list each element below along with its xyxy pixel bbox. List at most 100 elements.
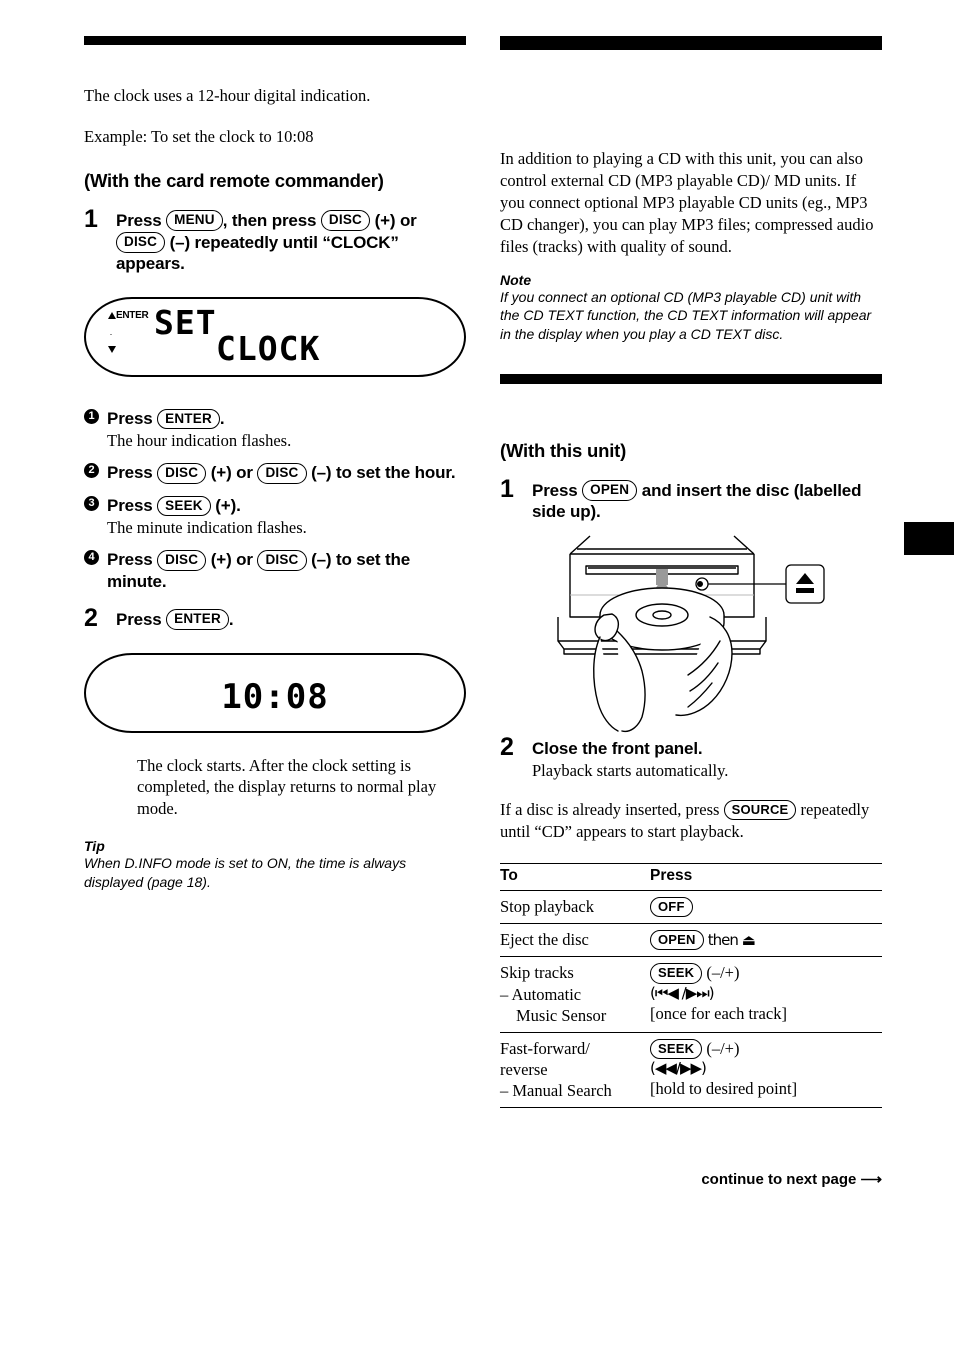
row-0-to: Stop playback xyxy=(500,890,650,925)
note-body: If you connect an optional CD (MP3 playa… xyxy=(500,288,872,342)
substep-4-number: 4 xyxy=(84,550,99,566)
enter-indicator-label: ENTER xyxy=(116,310,149,322)
clock-result-text: The clock starts. After the clock settin… xyxy=(137,755,437,819)
substep-3-note: The minute indication flashes. xyxy=(107,517,307,537)
unit-step-2-number: 2 xyxy=(500,733,514,762)
key-open-table[interactable]: OPEN xyxy=(650,930,704,951)
lcd-indicator-group: ENTER · xyxy=(108,310,154,362)
note-block: Note If you connect an optional CD (MP3 … xyxy=(500,272,882,344)
row-2-to-line-2: Music Sensor xyxy=(516,1005,607,1025)
substep-1-part1: Press xyxy=(107,409,153,429)
table-header-row: To Press xyxy=(500,863,882,892)
substep-2-part3: (–) to set the hour. xyxy=(311,463,456,483)
lcd-line-2: CLOCK xyxy=(216,329,321,369)
row-2-to: Skip tracks – Automatic Music Sensor xyxy=(500,956,650,1033)
row-0-press: OFF xyxy=(650,890,882,925)
table-row: Eject the disc OPEN then ⏏ xyxy=(500,923,882,958)
key-disc-2a[interactable]: DISC xyxy=(157,462,207,484)
lcd-line-1: SET xyxy=(154,303,217,343)
row-3-press-line-2: [hold to desired point] xyxy=(650,1079,798,1099)
substep-2-text: Press DISC (+) or DISC (–) to set the ho… xyxy=(107,462,466,484)
row-3-to-line-2: – Manual Search xyxy=(500,1080,612,1100)
row-3-press-rest: (–/+) xyxy=(706,1038,740,1058)
substep-2-part1: Press xyxy=(107,463,153,483)
row-1-to: Eject the disc xyxy=(500,923,650,958)
left-column: The clock uses a 12-hour digital indicat… xyxy=(84,36,466,892)
step-2-text: Press ENTER. xyxy=(116,609,234,631)
substep-1-number: 1 xyxy=(84,409,99,425)
page-edge-tab-marker xyxy=(904,522,954,555)
substep-1-part2: . xyxy=(219,409,225,429)
row-2-press-line-0: SEEK (–/+) xyxy=(650,962,882,984)
row-3-to-line-1: reverse xyxy=(500,1059,548,1079)
right-section-divider-rule xyxy=(500,373,882,384)
left-section-heading: (With the card remote commander) xyxy=(84,169,384,191)
substep-4-part1: Press xyxy=(107,550,153,570)
lcd-display-set-clock: ENTER · SET CLOCK xyxy=(84,297,466,378)
step-2-part2: . xyxy=(228,609,234,629)
unit-step-1-part2: and insert the disc (labelled side up). xyxy=(532,480,862,522)
key-enter-1[interactable]: ENTER xyxy=(157,408,220,430)
key-open-1[interactable]: OPEN xyxy=(582,480,638,501)
substep-4: 4 Press DISC (+) or DISC (–) to set the … xyxy=(84,549,466,593)
row-1-press-rest: then ⏏ xyxy=(707,931,756,950)
row-2-to-line-1: – Automatic xyxy=(500,984,582,1004)
key-disc-4b[interactable]: DISC xyxy=(257,549,307,571)
source-part1: If a disc is already inserted, press xyxy=(500,800,720,820)
row-3-press-line-0: SEEK (–/+) xyxy=(650,1038,882,1059)
row-2-press-line-2: [once for each track] xyxy=(650,1003,787,1023)
right-header-rule xyxy=(500,36,882,50)
row-3-press-line-1: (◀◀/▶▶) xyxy=(650,1058,707,1077)
key-seek-3[interactable]: SEEK xyxy=(157,495,211,517)
down-arrow-icon xyxy=(108,346,116,354)
step-1-text-part3: (+) xyxy=(374,210,396,230)
substep-1-text: Press ENTER. xyxy=(107,408,466,430)
step-1-text-part1: Press xyxy=(116,210,162,230)
table-header-to: To xyxy=(500,863,650,892)
unit-step-1: 1 Press OPEN and insert the disc (labell… xyxy=(500,474,882,524)
key-disc-4a[interactable]: DISC xyxy=(157,549,207,571)
key-seek-ff[interactable]: SEEK xyxy=(650,1038,703,1059)
unit-step-2-text: Close the front panel. xyxy=(532,739,703,759)
right-intro-paragraph: In addition to playing a CD with this un… xyxy=(500,149,874,256)
source-paragraph: If a disc is already inserted, press SOU… xyxy=(500,799,882,843)
unit-step-1-text: Press OPEN and insert the disc (labelled… xyxy=(532,480,862,522)
substep-3-text: Press SEEK (+). xyxy=(107,495,466,517)
row-2-press-rest: (–/+) xyxy=(706,963,740,983)
key-source[interactable]: SOURCE xyxy=(723,800,797,821)
substep-3-part1: Press xyxy=(107,496,153,516)
key-disc-2b[interactable]: DISC xyxy=(257,462,307,484)
note-label: Note xyxy=(500,271,532,288)
right-column: In addition to playing a CD with this un… xyxy=(500,36,882,1109)
substep-4-part2: (+) or xyxy=(210,550,253,570)
substep-2: 2 Press DISC (+) or DISC (–) to set the … xyxy=(84,462,466,484)
substep-3-part2: (+). xyxy=(215,496,241,516)
substep-3: 3 Press SEEK (+). The minute indication … xyxy=(84,495,466,538)
key-off[interactable]: OFF xyxy=(650,897,693,918)
key-seek-skip[interactable]: SEEK xyxy=(650,963,703,984)
step-1: 1 Press MENU, then press DISC (+) or DIS… xyxy=(84,206,466,275)
unit-step-1-part1: Press xyxy=(532,480,578,500)
unit-step-1-number: 1 xyxy=(500,474,514,503)
lcd-display-time: 10:08 xyxy=(84,652,466,733)
step-2-number: 2 xyxy=(84,603,98,632)
step-1-text-part2: , then press xyxy=(222,210,317,230)
tip-body: When D.INFO mode is set to ON, the time … xyxy=(84,855,407,890)
key-disc-plus[interactable]: DISC xyxy=(320,210,370,232)
step-1-text: Press MENU, then press DISC (+) or DISC … xyxy=(116,210,417,273)
key-menu[interactable]: MENU xyxy=(166,210,223,232)
table-row: Fast-forward/ reverse – Manual Search SE… xyxy=(500,1032,882,1109)
row-3-press: SEEK (–/+) (◀◀/▶▶) [hold to desired poin… xyxy=(650,1032,882,1109)
table-header-press: Press xyxy=(650,863,882,892)
cd-insert-illustration xyxy=(542,531,842,736)
substep-1: 1 Press ENTER. The hour indication flash… xyxy=(84,408,466,451)
row-2-press-line-1: (⏮◀ /▶⏭) xyxy=(650,983,715,1002)
up-arrow-icon xyxy=(108,312,116,320)
continue-footer: continue to next page ⟶ xyxy=(701,1171,882,1188)
key-disc-minus[interactable]: DISC xyxy=(116,232,166,253)
substep-4-text: Press DISC (+) or DISC (–) to set the mi… xyxy=(107,549,466,593)
row-1-to-line-0: Eject the disc xyxy=(500,930,589,950)
substep-2-part2: (+) or xyxy=(210,463,253,483)
row-2-press: SEEK (–/+) (⏮◀ /▶⏭) [once for each track… xyxy=(650,956,882,1033)
key-enter-2[interactable]: ENTER xyxy=(166,609,229,631)
